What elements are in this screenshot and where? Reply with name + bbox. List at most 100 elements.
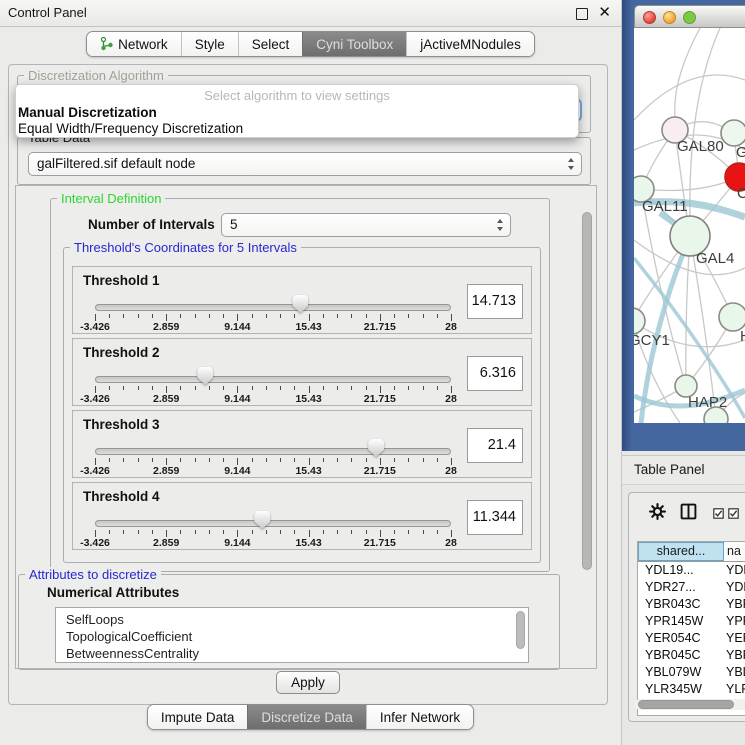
cell-shared-name[interactable]: YBR043C (638, 596, 724, 613)
checkbox-checked-icon[interactable] (713, 507, 724, 522)
attribute-list-item[interactable]: BetweennessCentrality (56, 645, 528, 662)
threshold-slider-track[interactable] (95, 304, 451, 311)
node-attribute-table[interactable]: shared...naYDL19...YDL1YDR27...YDR2YBR04… (637, 541, 745, 716)
cell-name[interactable]: YDL1 (724, 562, 745, 579)
table-header-row: shared...na (638, 542, 745, 562)
slider-tick (166, 458, 167, 465)
algorithm-prompt-item[interactable]: Select algorithm to view settings (16, 88, 578, 103)
network-node-gcy1[interactable] (634, 308, 645, 334)
threshold-value-field[interactable]: 21.4 (467, 428, 523, 463)
cell-name[interactable]: YBR0 (724, 647, 745, 664)
threshold-slider-track[interactable] (95, 376, 451, 383)
network-edge[interactable] (634, 75, 745, 120)
slider-tick-label: 2.859 (153, 393, 179, 405)
slider-tick (195, 386, 196, 390)
network-window-titlebar[interactable] (634, 5, 745, 28)
cell-name[interactable]: YBL0 (724, 664, 745, 681)
network-node-top-right[interactable] (721, 120, 745, 146)
cell-name[interactable]: YLR3 (724, 681, 745, 698)
table-data-value: galFiltered.sif default node (37, 153, 195, 175)
checkbox-checked-icon[interactable] (728, 507, 739, 522)
network-node-h-node[interactable] (719, 303, 745, 331)
close-icon[interactable]: ✕ (598, 3, 611, 23)
threshold-label: Threshold 3 (83, 417, 160, 432)
minimize-traffic-light[interactable] (663, 11, 676, 24)
number-of-intervals-combobox[interactable]: 5 (221, 213, 511, 237)
slider-tick (252, 458, 253, 462)
table-row[interactable]: YDL19...YDL1 (638, 562, 745, 579)
slider-tick (138, 530, 139, 534)
attribute-list-item[interactable]: SelfLoops (56, 611, 528, 628)
table-horizontal-scrollbar[interactable] (635, 699, 745, 710)
cell-name[interactable]: YDR2 (724, 579, 745, 596)
interval-definition-title: Interval Definition (57, 191, 165, 206)
discretization-algorithm-title: Discretization Algorithm (24, 68, 168, 83)
threshold-slider-thumb[interactable] (292, 295, 308, 313)
table-data-combobox[interactable]: galFiltered.sif default node (28, 152, 582, 176)
tab-select[interactable]: Select (238, 32, 303, 56)
cell-shared-name[interactable]: YLR345W (638, 681, 724, 698)
tab-jactivemnodules[interactable]: jActiveMNodules (406, 32, 534, 56)
attributes-list-scrollbar[interactable] (516, 611, 525, 649)
settings-panel-scrollbar[interactable] (582, 212, 592, 570)
attribute-list-item[interactable]: TopologicalCoefficient (56, 628, 528, 645)
network-node-label: G (736, 144, 745, 161)
bottom-tab-impute-data[interactable]: Impute Data (148, 705, 248, 729)
split-columns-icon[interactable] (680, 503, 697, 523)
slider-tick (180, 530, 181, 534)
slider-tick (323, 458, 324, 462)
table-row[interactable]: YBR043CYBR0 (638, 596, 745, 613)
cell-shared-name[interactable]: YER054C (638, 630, 724, 647)
tab-cyni-toolbox[interactable]: Cyni Toolbox (302, 32, 406, 56)
cell-shared-name[interactable]: YDL19... (638, 562, 724, 579)
network-edge[interactable] (686, 236, 690, 386)
network-edge[interactable] (675, 28, 700, 117)
cell-shared-name[interactable]: YPR145W (638, 613, 724, 630)
numerical-attributes-list[interactable]: SelfLoopsTopologicalCoefficientBetweenne… (55, 607, 529, 663)
attributes-group-title: Attributes to discretize (25, 567, 161, 582)
column-header-shared-name[interactable]: shared... (638, 542, 724, 561)
threshold-slider-thumb[interactable] (197, 367, 213, 385)
threshold-value-field[interactable]: 6.316 (467, 356, 523, 391)
table-row[interactable]: YER054CYER0 (638, 630, 745, 647)
algorithm-option-1[interactable]: Manual Discretization (18, 105, 157, 120)
slider-tick (309, 386, 310, 393)
cell-name[interactable]: YBR0 (724, 596, 745, 613)
close-traffic-light[interactable] (643, 11, 656, 24)
bottom-tab-discretize-data[interactable]: Discretize Data (247, 705, 366, 729)
slider-tick (366, 386, 367, 390)
table-hscrollbar-thumb[interactable] (638, 700, 734, 709)
cell-shared-name[interactable]: YBR045C (638, 647, 724, 664)
network-canvas[interactable]: GAL80GCGAL11GAL4GCY1HHAP2 (634, 28, 745, 423)
cell-shared-name[interactable]: YDR27... (638, 579, 724, 596)
network-node-partial-bottom[interactable] (704, 407, 728, 423)
algorithm-option-2[interactable]: Equal Width/Frequency Discretization (18, 121, 243, 136)
slider-tick (351, 386, 352, 390)
threshold-slider-track[interactable] (95, 520, 451, 527)
threshold-value-field[interactable]: 14.713 (467, 284, 523, 319)
threshold-value-field[interactable]: 11.344 (467, 500, 523, 535)
float-window-icon[interactable] (576, 8, 588, 20)
cell-name[interactable]: YER0 (724, 630, 745, 647)
threshold-slider-thumb[interactable] (254, 511, 270, 529)
cell-name[interactable]: YPR1 (724, 613, 745, 630)
gear-icon[interactable] (649, 503, 666, 523)
slider-tick (223, 530, 224, 534)
cell-shared-name[interactable]: YBL079W (638, 664, 724, 681)
bottom-tab-infer-network[interactable]: Infer Network (366, 705, 473, 729)
apply-button[interactable]: Apply (276, 671, 340, 694)
table-row[interactable]: YBR045CYBR0 (638, 647, 745, 664)
tab-network[interactable]: Network (87, 32, 181, 56)
zoom-traffic-light[interactable] (683, 11, 696, 24)
network-node-label: GCY1 (634, 332, 670, 349)
slider-tick (366, 458, 367, 462)
table-row[interactable]: YLR345WYLR3 (638, 681, 745, 698)
threshold-slider-track[interactable] (95, 448, 451, 455)
tab-style[interactable]: Style (181, 32, 238, 56)
column-header-name[interactable]: na (724, 542, 745, 561)
threshold-slider-thumb[interactable] (368, 439, 384, 457)
table-row[interactable]: YBL079WYBL0 (638, 664, 745, 681)
table-row[interactable]: YPR145WYPR1 (638, 613, 745, 630)
number-of-intervals-value: 5 (230, 214, 238, 236)
table-row[interactable]: YDR27...YDR2 (638, 579, 745, 596)
